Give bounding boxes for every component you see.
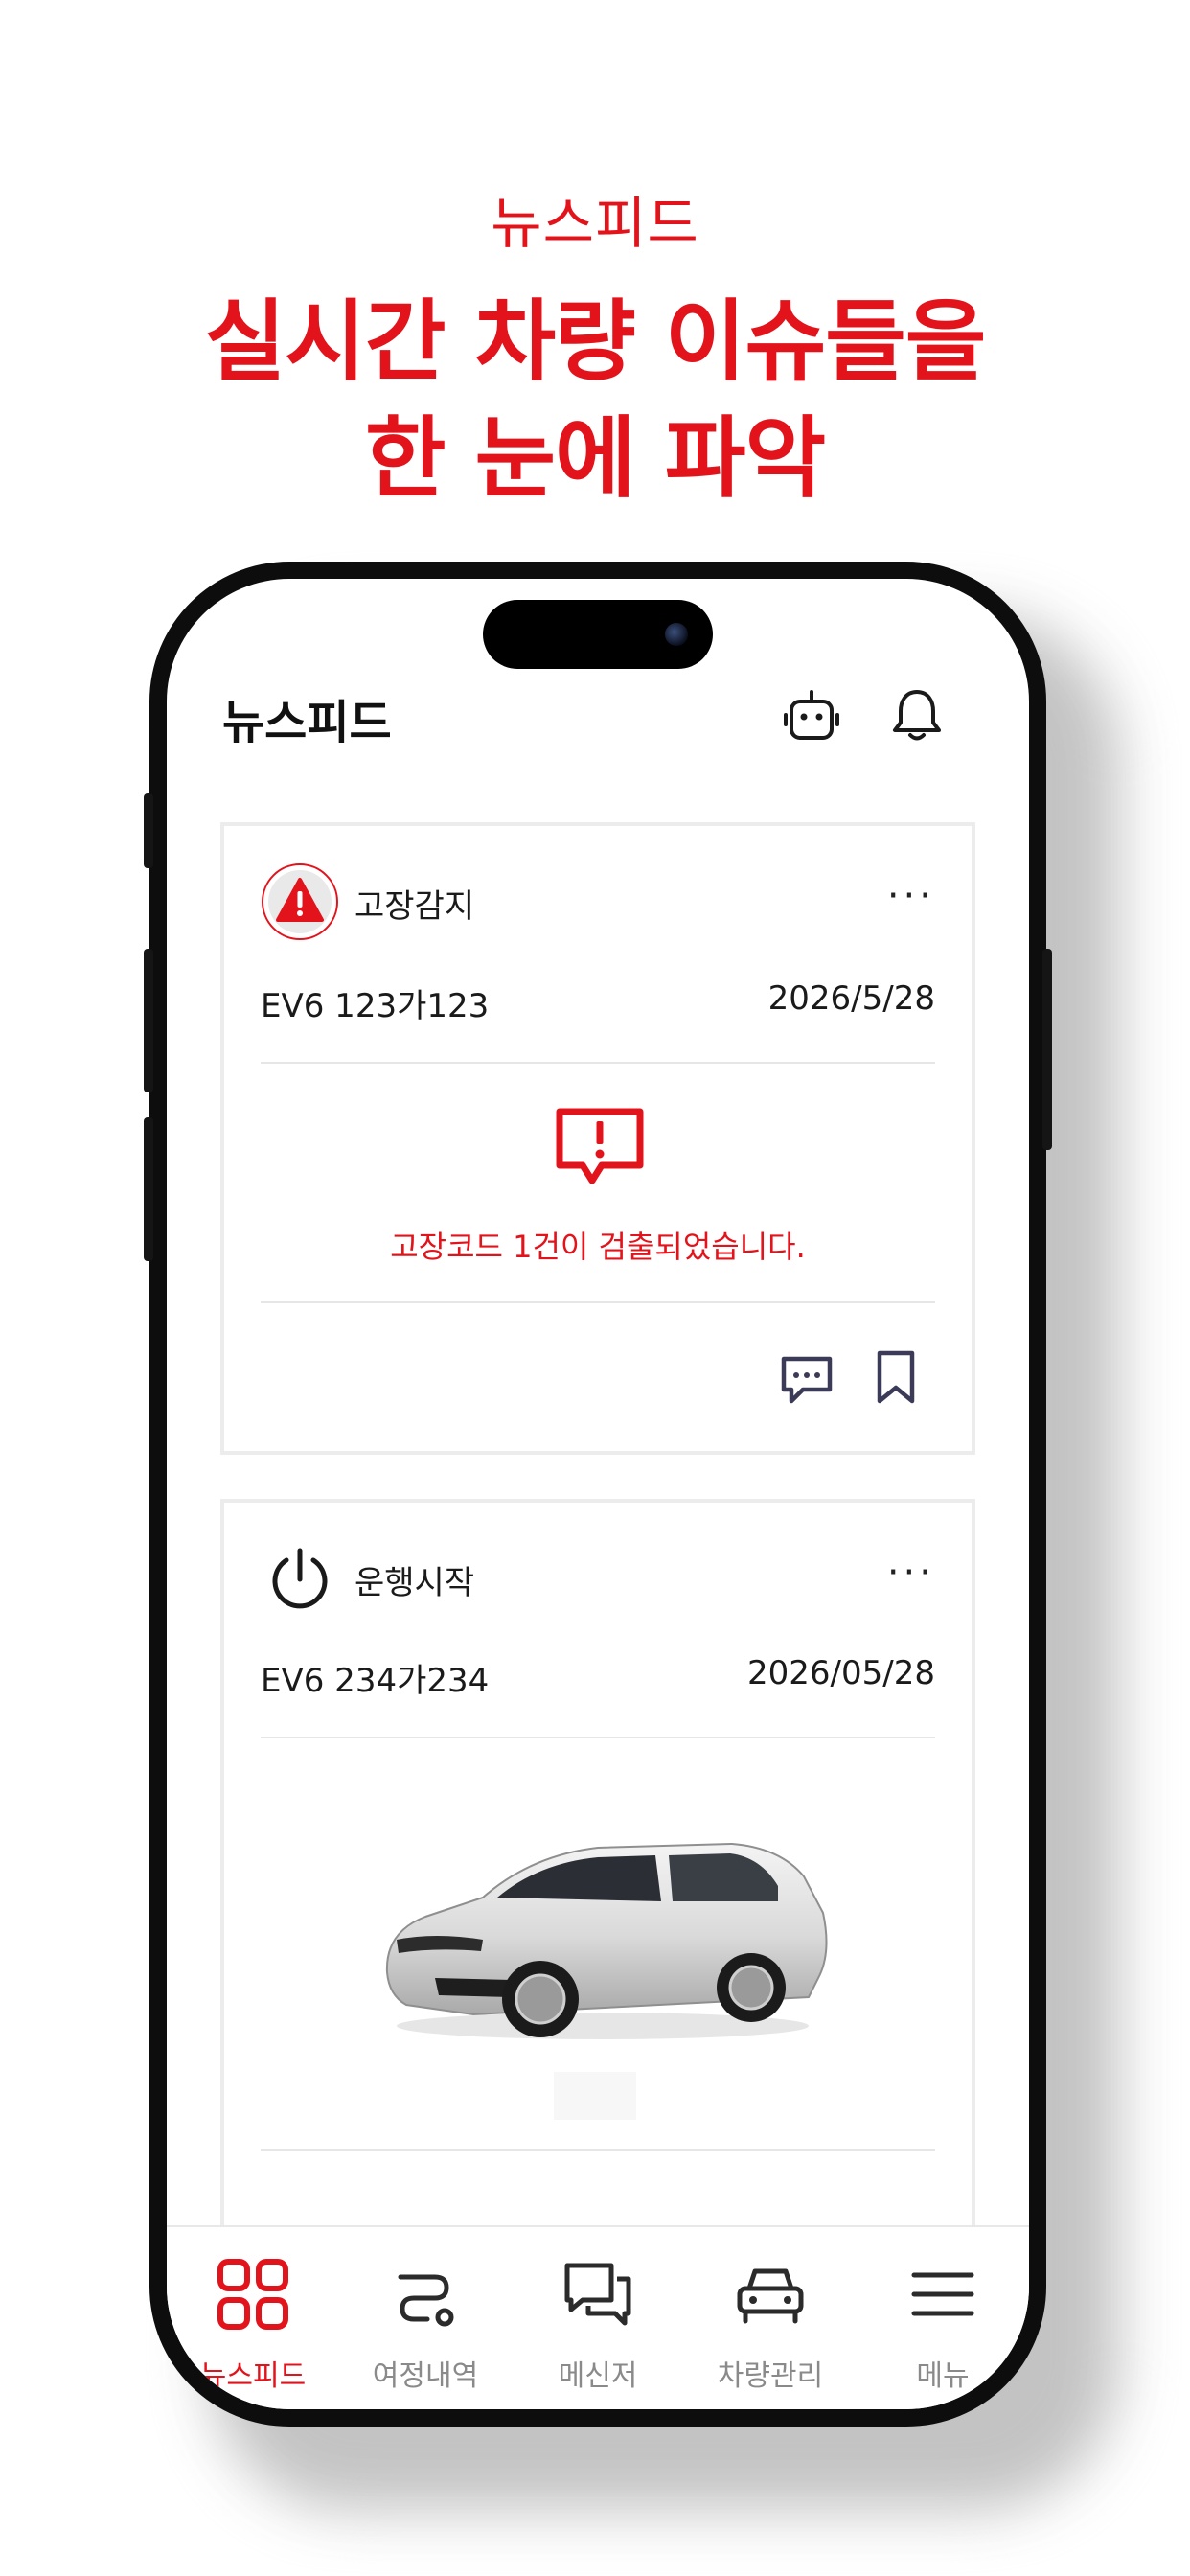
car-image xyxy=(385,1842,828,2039)
menu-icon xyxy=(911,2272,974,2316)
grid-icon xyxy=(217,2259,288,2330)
vehicle-plate: EV6 234가234 xyxy=(261,1662,490,1700)
chat-icon xyxy=(564,2263,631,2326)
dynamic-island xyxy=(483,600,713,669)
phone-volume-down xyxy=(144,1117,153,1261)
more-options-button[interactable]: ··· xyxy=(887,877,935,915)
image-placeholder xyxy=(554,2072,636,2120)
nav-item-messenger[interactable]: 메신저 xyxy=(512,2227,684,2409)
nav-item-vehicle[interactable]: 차량관리 xyxy=(684,2227,857,2409)
car-icon xyxy=(737,2268,804,2324)
phone-side-button xyxy=(144,794,153,868)
nav-label: 메신저 xyxy=(558,2359,638,2393)
robot-icon[interactable] xyxy=(780,684,843,748)
feed-card-fault[interactable]: 고장감지 ··· EV6 123가123 2026/5/28 고장코드 1건이 … xyxy=(220,822,975,1455)
power-icon xyxy=(272,1548,328,1609)
feed-date: 2026/5/28 xyxy=(767,979,935,1018)
more-options-button[interactable]: ··· xyxy=(887,1553,935,1592)
bookmark-icon[interactable] xyxy=(872,1347,920,1407)
divider xyxy=(261,1736,935,1738)
feed-type-label: 운행시작 xyxy=(355,1564,475,1602)
nav-item-newsfeed[interactable]: 뉴스피드 xyxy=(167,2227,339,2409)
page-title: 뉴스피드 xyxy=(222,696,392,749)
nav-label: 차량관리 xyxy=(717,2359,824,2393)
alert-message-icon xyxy=(556,1108,644,1184)
phone-power-button xyxy=(1042,949,1052,1150)
divider xyxy=(261,2149,935,2150)
bottom-navigation: 뉴스피드 여정내역 메신저 차량관리 메뉴 xyxy=(167,2225,1029,2409)
camera-icon xyxy=(665,623,688,646)
promo-title-line1: 실시간 차량 이슈들을 xyxy=(204,290,987,393)
nav-item-journey[interactable]: 여정내역 xyxy=(339,2227,512,2409)
nav-item-menu[interactable]: 메뉴 xyxy=(857,2227,1029,2409)
nav-label: 메뉴 xyxy=(916,2359,970,2393)
divider xyxy=(261,1301,935,1303)
promo-title-line2: 한 눈에 파악 xyxy=(364,407,826,510)
comment-icon[interactable] xyxy=(778,1349,835,1407)
promo-title: 실시간 차량 이슈들을 한 눈에 파악 xyxy=(0,284,1190,518)
nav-label: 여정내역 xyxy=(372,2359,479,2393)
feed-date: 2026/05/28 xyxy=(747,1654,935,1692)
feed-card-drive-start[interactable]: 운행시작 ··· EV6 234가234 2026/05/28 xyxy=(220,1499,975,2285)
warning-triangle-icon xyxy=(262,863,338,940)
route-icon xyxy=(398,2274,454,2327)
promo-subtitle: 뉴스피드 xyxy=(491,191,699,256)
divider xyxy=(261,1062,935,1064)
vehicle-plate: EV6 123가123 xyxy=(261,987,490,1025)
bell-icon[interactable] xyxy=(885,684,949,748)
feed-type-label: 고장감지 xyxy=(355,887,475,926)
fault-message: 고장코드 1건이 검출되었습니다. xyxy=(390,1229,806,1265)
phone-screen: 뉴스피드 고장감지 ··· EV6 123가123 2026/5/28 고장코드… xyxy=(167,579,1029,2409)
nav-label: 뉴스피드 xyxy=(199,2359,307,2393)
phone-volume-up xyxy=(144,949,153,1092)
